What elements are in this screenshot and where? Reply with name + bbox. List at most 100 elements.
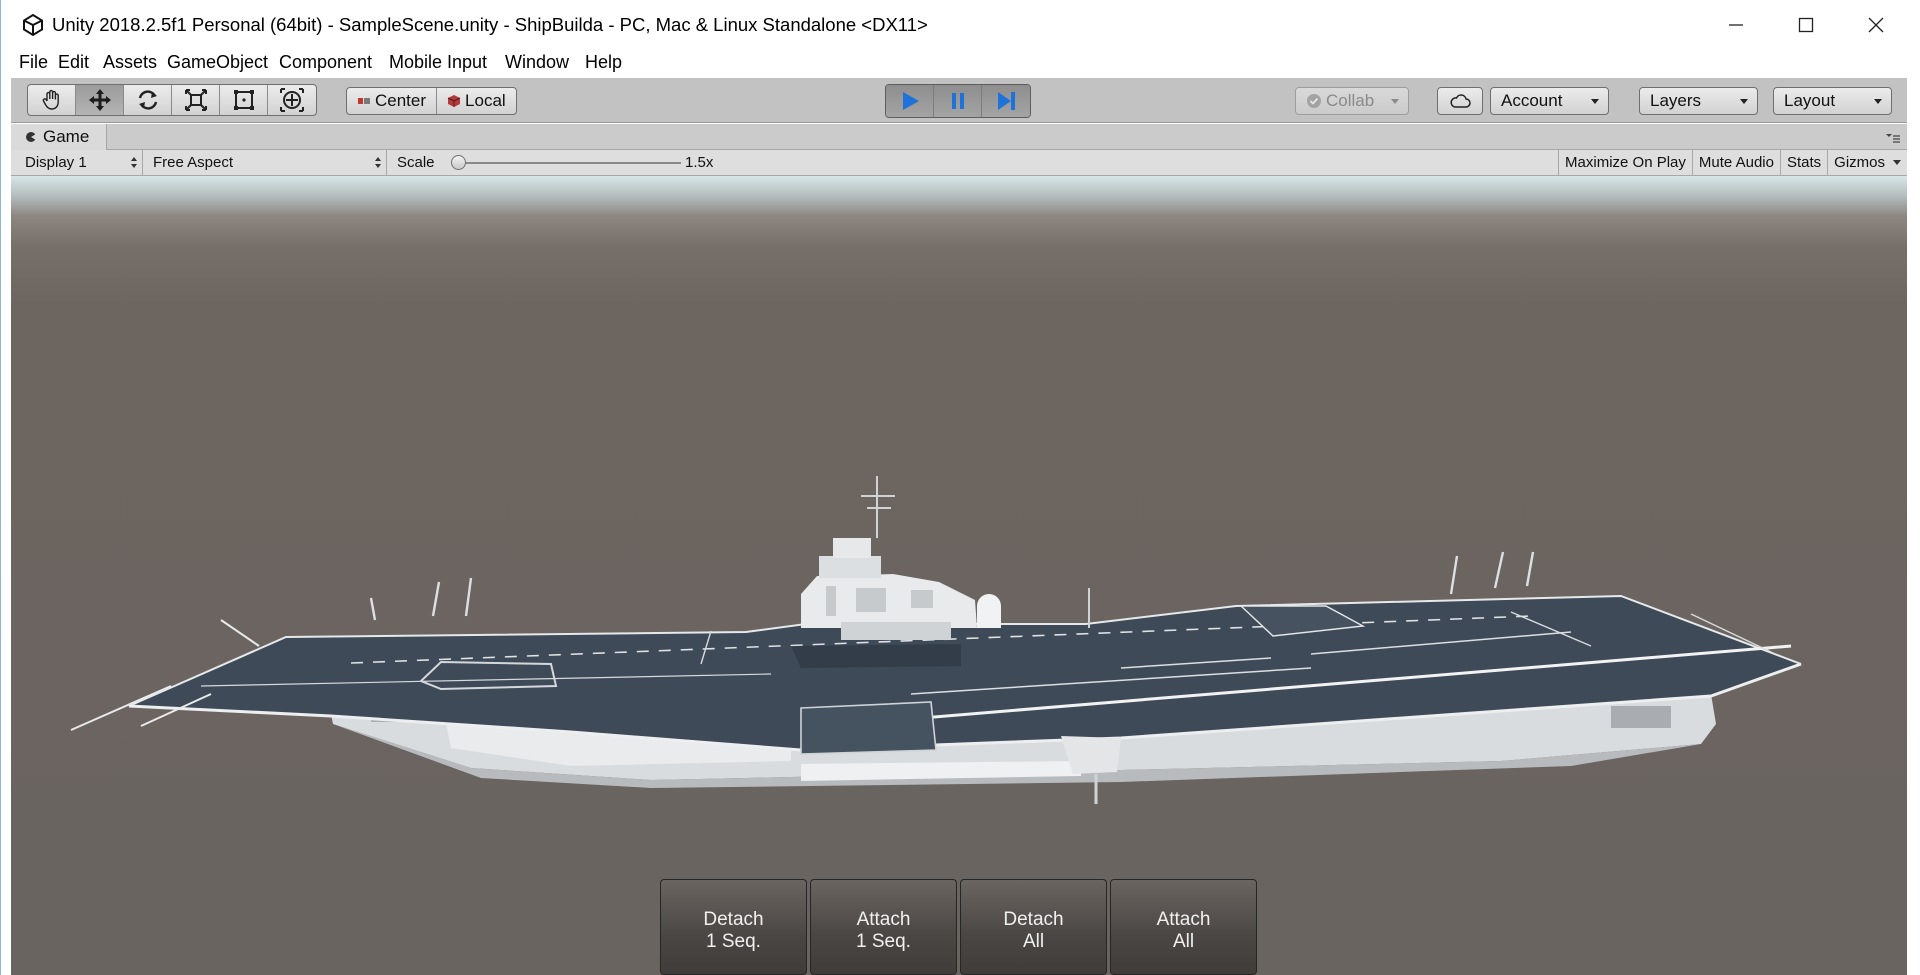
title-bar: Unity 2018.2.5f1 Personal (64bit) - Samp…: [1, 0, 1920, 50]
gizmos-dropdown[interactable]: Gizmos: [1827, 150, 1907, 175]
scale-label: Scale: [397, 154, 435, 171]
main-toolbar: Center Local Collab Account Layers Layou…: [11, 78, 1907, 123]
aspect-value: Free Aspect: [153, 154, 234, 171]
detach-one-seq-button[interactable]: Detach 1 Seq.: [660, 879, 807, 975]
tab-game[interactable]: Game: [11, 124, 107, 150]
move-tool-button[interactable]: [76, 85, 124, 115]
pause-icon: [951, 93, 964, 109]
play-button[interactable]: [886, 85, 934, 117]
layers-label: Layers: [1650, 91, 1702, 110]
unity-editor-window: Unity 2018.2.5f1 Personal (64bit) - Samp…: [0, 0, 1920, 975]
checkmark-icon: [1307, 94, 1321, 108]
play-icon: [902, 92, 919, 110]
tab-game-label: Game: [43, 127, 90, 146]
scale-value: 1.5x: [685, 154, 714, 171]
cloud-icon: [1450, 94, 1471, 108]
detach-all-button[interactable]: Detach All: [960, 879, 1107, 975]
detach-one-seq-line2: 1 Seq.: [706, 931, 761, 952]
menu-component[interactable]: Component: [279, 52, 372, 73]
aspect-select[interactable]: Free Aspect: [145, 150, 387, 175]
scale-tool-button[interactable]: [172, 85, 220, 115]
close-button[interactable]: [1841, 0, 1911, 50]
chevron-down-icon: [1874, 99, 1882, 104]
attach-all-button[interactable]: Attach All: [1110, 879, 1257, 975]
chevron-down-icon: [1591, 99, 1599, 104]
step-forward-icon: [998, 92, 1015, 110]
menu-assets[interactable]: Assets: [103, 52, 157, 73]
minimize-button[interactable]: [1701, 0, 1771, 50]
mute-audio-toggle[interactable]: Mute Audio: [1691, 150, 1780, 175]
transform-tool-button[interactable]: [268, 85, 316, 115]
pivot-controls: Center Local: [346, 87, 517, 115]
pivot-local-label: Local: [465, 91, 506, 110]
game-view-toggles: Maximize On Play Mute Audio Stats Gizmos: [1558, 150, 1907, 175]
pivot-center-icon: [358, 98, 370, 104]
collab-label: Collab: [1326, 91, 1375, 110]
attach-all-line1: Attach: [1156, 909, 1211, 930]
attach-one-seq-button[interactable]: Attach 1 Seq.: [810, 879, 957, 975]
rect-tool-button[interactable]: [220, 85, 268, 115]
scale-icon: [184, 89, 207, 111]
rotate-icon: [138, 90, 157, 110]
layout-label: Layout: [1784, 91, 1836, 110]
layers-dropdown[interactable]: Layers: [1639, 87, 1758, 115]
menu-gameobject[interactable]: GameObject: [167, 52, 268, 73]
updown-arrows-icon: [375, 157, 381, 168]
game-view-controls: Display 1 Free Aspect Scale 1.5x Maximiz…: [11, 150, 1907, 176]
cube-icon: [447, 95, 461, 107]
move-arrows-icon: [88, 89, 111, 111]
account-label: Account: [1501, 91, 1563, 110]
detach-all-line2: All: [1022, 931, 1045, 952]
updown-arrows-icon: [131, 157, 137, 168]
chevron-down-icon: [1893, 160, 1901, 165]
detach-one-seq-line1: Detach: [703, 909, 764, 930]
panel-menu-icon[interactable]: [1885, 132, 1901, 144]
game-tab-bar: Game: [11, 124, 1907, 150]
game-controller-icon: [26, 132, 36, 142]
pause-button[interactable]: [934, 85, 982, 117]
maximize-button[interactable]: [1771, 0, 1841, 50]
pivot-center-label: Center: [375, 91, 427, 110]
hand-icon: [42, 89, 59, 110]
playback-controls: [885, 84, 1031, 118]
step-button[interactable]: [982, 85, 1030, 117]
attach-one-seq-line1: Attach: [856, 909, 911, 930]
menu-mobile-input[interactable]: Mobile Input: [389, 52, 487, 73]
attach-one-seq-line2: 1 Seq.: [856, 931, 911, 952]
layout-dropdown[interactable]: Layout: [1773, 87, 1892, 115]
unity-logo-icon: [23, 13, 43, 37]
game-viewport[interactable]: Detach 1 Seq. Attach 1 Seq. Detach All A…: [11, 176, 1907, 975]
chevron-down-icon: [1391, 99, 1399, 104]
scale-slider-handle[interactable]: [451, 155, 466, 170]
hand-tool-button[interactable]: [28, 85, 76, 115]
display-value: Display 1: [25, 154, 87, 171]
maximize-icon: [1798, 17, 1814, 33]
collab-dropdown[interactable]: Collab: [1295, 87, 1409, 115]
aircraft-carrier-model: [70, 476, 1802, 804]
detach-all-line1: Detach: [1003, 909, 1064, 930]
rotate-tool-button[interactable]: [124, 85, 172, 115]
menu-edit[interactable]: Edit: [58, 52, 89, 73]
sequence-button-row: Detach 1 Seq. Attach 1 Seq. Detach All A…: [660, 879, 1257, 975]
pivot-local-toggle[interactable]: Local: [437, 88, 516, 114]
window-title: Unity 2018.2.5f1 Personal (64bit) - Samp…: [52, 14, 928, 35]
stats-toggle[interactable]: Stats: [1779, 150, 1827, 175]
scale-slider-track[interactable]: [465, 162, 681, 164]
transform-tools: [27, 84, 317, 116]
rect-transform-icon: [233, 90, 254, 110]
account-dropdown[interactable]: Account: [1490, 87, 1609, 115]
attach-all-line2: All: [1172, 931, 1195, 952]
maximize-on-play-toggle[interactable]: Maximize On Play: [1558, 150, 1692, 175]
menu-bar: File Edit Assets GameObject Component Mo…: [1, 50, 1920, 76]
menu-help[interactable]: Help: [585, 52, 622, 73]
close-icon: [1868, 17, 1884, 33]
cloud-services-button[interactable]: [1437, 87, 1483, 115]
menu-file[interactable]: File: [19, 52, 48, 73]
pivot-center-toggle[interactable]: Center: [347, 88, 438, 114]
chevron-down-icon: [1740, 99, 1748, 104]
menu-window[interactable]: Window: [505, 52, 569, 73]
combined-transform-icon: [280, 88, 304, 112]
display-select[interactable]: Display 1: [17, 150, 143, 175]
gizmos-label: Gizmos: [1834, 154, 1885, 171]
minimize-icon: [1729, 24, 1743, 26]
